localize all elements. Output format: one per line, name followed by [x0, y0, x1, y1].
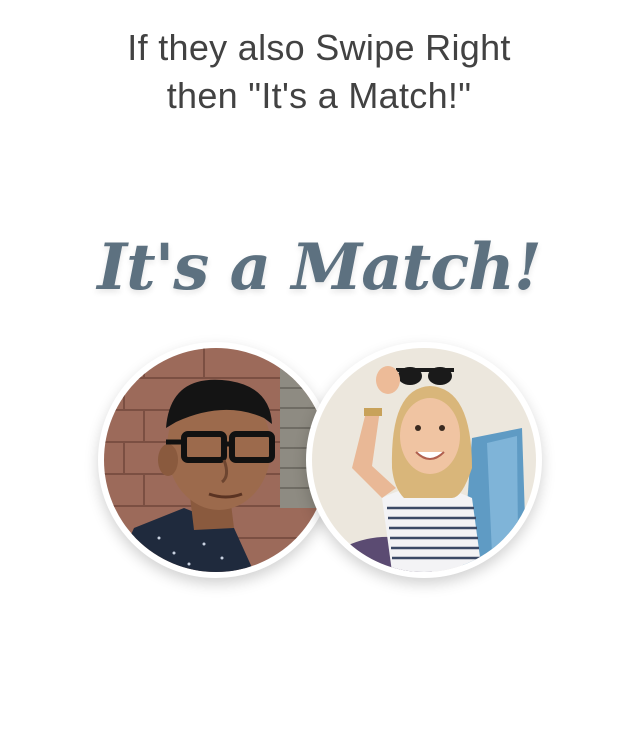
- headline-line-1: If they also Swipe Right: [127, 27, 511, 68]
- avatar-woman-photo[interactable]: [306, 342, 542, 578]
- man-with-glasses-icon: [104, 348, 328, 572]
- headline-line-2: then "It's a Match!": [166, 75, 472, 116]
- match-title: It's a Match!: [97, 230, 542, 305]
- match-screen: If they also Swipe Right then "It's a Ma…: [0, 0, 638, 734]
- woman-with-sunglasses-icon: [312, 348, 536, 572]
- avatar-man-photo[interactable]: [98, 342, 334, 578]
- headline: If they also Swipe Right then "It's a Ma…: [0, 24, 638, 120]
